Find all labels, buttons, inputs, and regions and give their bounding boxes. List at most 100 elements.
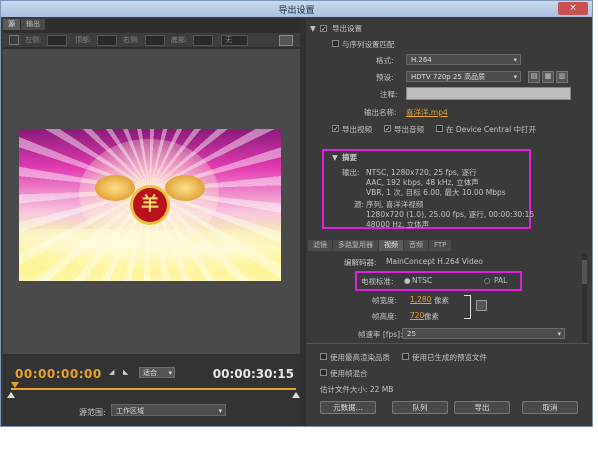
chevron-down-icon: ▾ — [218, 407, 222, 415]
use-previews-checkbox[interactable] — [402, 353, 409, 360]
export-video-checkbox[interactable]: ✓ — [332, 125, 339, 133]
export-settings-heading: 导出设置 — [332, 24, 362, 33]
frame-rate-select[interactable]: 25 ▾ — [402, 328, 565, 339]
chain-link-icon[interactable] — [476, 300, 487, 311]
summary-output-label: 输出: — [342, 168, 360, 177]
export-settings-pane: ▼ ✓ 导出设置 与序列设置匹配 格式: H.264 ▾ 预设: HDTV 720… — [306, 19, 589, 426]
crop-bottom-field[interactable] — [193, 35, 213, 46]
clouds — [19, 229, 281, 281]
time-ruler[interactable] — [7, 382, 300, 398]
frame-height-label: 帧高度: — [372, 312, 398, 321]
frame-blend-checkbox[interactable] — [320, 369, 327, 376]
format-label: 格式: — [376, 56, 394, 65]
frame-width-value[interactable]: 1,280 — [410, 295, 431, 304]
video-frame: 羊 — [19, 129, 281, 281]
preset-value: HDTV 720p 25 高品质 — [411, 73, 486, 81]
close-button[interactable]: × — [558, 2, 588, 15]
device-central-checkbox[interactable] — [436, 125, 443, 132]
zoom-fit-select[interactable]: 适合 ▾ — [139, 367, 175, 378]
codec-value: MainConcept H.264 Video — [386, 257, 483, 266]
preset-select[interactable]: HDTV 720p 25 高品质 ▾ — [406, 71, 521, 82]
tab-multiplexer[interactable]: 多路复用器 — [333, 240, 378, 251]
crop-top-label: 顶部: — [75, 36, 92, 44]
tab-source[interactable]: 源 — [3, 19, 20, 30]
crop-ratio-select[interactable]: 无 — [221, 35, 248, 46]
summary-output-line: VBR, 1 次, 目标 6.00, 最大 10.00 Mbps — [366, 188, 506, 197]
zoom-fit-value: 适合 — [143, 369, 157, 377]
max-render-checkbox[interactable] — [320, 353, 327, 360]
source-preview-pane: 源输出 左侧: 顶部: 右侧: 底部: 无 羊 00:00:00:00 ◢ ◣ … — [3, 19, 300, 426]
crop-bottom-label: 底部: — [171, 36, 188, 44]
summary-heading: 摘要 — [342, 153, 357, 162]
set-in-point-icon[interactable]: ◢ — [109, 368, 117, 376]
tab-audio[interactable]: 音频 — [404, 240, 428, 251]
chevron-down-icon: ▾ — [557, 330, 561, 338]
work-area-bar[interactable] — [11, 388, 296, 390]
summary-expand-icon[interactable]: ▼ — [332, 153, 338, 162]
save-preset-icon[interactable]: ▤ — [528, 71, 540, 83]
chevron-down-icon: ▾ — [513, 56, 517, 64]
frame-height-value[interactable]: 720 — [410, 311, 424, 320]
video-preview-area: 羊 — [3, 49, 300, 354]
current-timecode[interactable]: 00:00:00:00 — [15, 367, 102, 381]
scale-icon[interactable] — [279, 35, 293, 46]
tab-output[interactable]: 输出 — [21, 19, 45, 30]
in-point-handle[interactable] — [7, 392, 15, 398]
frame-rate-value: 25 — [407, 330, 416, 338]
tv-standard-label: 电视标准: — [361, 277, 394, 286]
crop-left-field[interactable] — [47, 35, 67, 46]
frame-width-label: 帧宽度: — [372, 296, 398, 305]
link-bracket — [464, 295, 471, 319]
preview-tabs: 源输出 — [3, 19, 46, 31]
crop-right-field[interactable] — [145, 35, 165, 46]
cancel-button[interactable]: 取消 — [522, 401, 578, 414]
crop-top-field[interactable] — [97, 35, 117, 46]
frame-height-unit: 像素 — [424, 312, 439, 321]
pal-radio[interactable]: ○ — [484, 276, 491, 285]
delete-preset-icon[interactable]: ▥ — [556, 71, 568, 83]
export-settings-checkbox[interactable]: ✓ — [320, 25, 327, 33]
title-bar: 导出设置 × — [1, 1, 592, 17]
source-range-select[interactable]: 工作区域 ▾ — [111, 404, 226, 416]
export-audio-label: 导出音频 — [394, 125, 424, 134]
emblem-badge: 羊 — [130, 185, 170, 225]
export-audio-checkbox[interactable]: ✓ — [384, 125, 391, 133]
crop-icon[interactable] — [9, 35, 19, 45]
divider — [306, 343, 589, 344]
output-name-link[interactable]: 喜洋洋.mp4 — [406, 107, 448, 118]
expand-triangle-icon[interactable]: ▼ — [310, 24, 316, 33]
crop-toolbar: 左侧: 顶部: 右侧: 底部: 无 — [3, 33, 300, 47]
frame-rate-label: 帧速率 [fps]: — [358, 330, 403, 339]
frame-width-unit: 像素 — [434, 296, 449, 305]
set-out-point-icon[interactable]: ◣ — [123, 368, 131, 376]
settings-tabs: 滤镜 多路复用器 视频 音频 FTP — [308, 240, 452, 252]
tab-ftp[interactable]: FTP — [429, 240, 452, 251]
comment-input[interactable] — [406, 87, 571, 100]
summary-source-line: 48000 Hz, 立体声 — [366, 220, 430, 229]
out-point-handle[interactable] — [292, 392, 300, 398]
frame-blend-label: 使用帧混合 — [330, 369, 368, 378]
device-central-label: 在 Device Central 中打开 — [446, 125, 537, 134]
codec-label: 编解码器: — [344, 258, 377, 267]
preset-label: 预设: — [376, 73, 394, 82]
pal-label: PAL — [494, 276, 508, 285]
summary-source-label: 源: — [354, 200, 365, 209]
import-preset-icon[interactable]: ▦ — [542, 71, 554, 83]
format-select[interactable]: H.264 ▾ — [406, 54, 521, 65]
scrollbar-thumb[interactable] — [582, 260, 587, 284]
ntsc-radio[interactable]: ● — [404, 276, 411, 285]
chevron-down-icon: ▾ — [513, 73, 517, 81]
source-range-value: 工作区域 — [116, 407, 144, 415]
tab-filters[interactable]: 滤镜 — [308, 240, 332, 251]
export-button[interactable]: 导出 — [454, 401, 510, 414]
crop-left-label: 左侧: — [25, 36, 42, 44]
metadata-button[interactable]: 元数据... — [320, 401, 376, 414]
max-render-label: 使用最高渲染品质 — [330, 353, 390, 362]
playhead[interactable] — [11, 382, 19, 388]
queue-button[interactable]: 队列 — [392, 401, 448, 414]
export-video-label: 导出视频 — [342, 125, 372, 134]
output-name-label: 输出名称: — [364, 108, 397, 117]
tab-video[interactable]: 视频 — [379, 240, 403, 251]
settings-scrollbar[interactable] — [582, 254, 587, 342]
match-sequence-checkbox[interactable] — [332, 40, 339, 47]
